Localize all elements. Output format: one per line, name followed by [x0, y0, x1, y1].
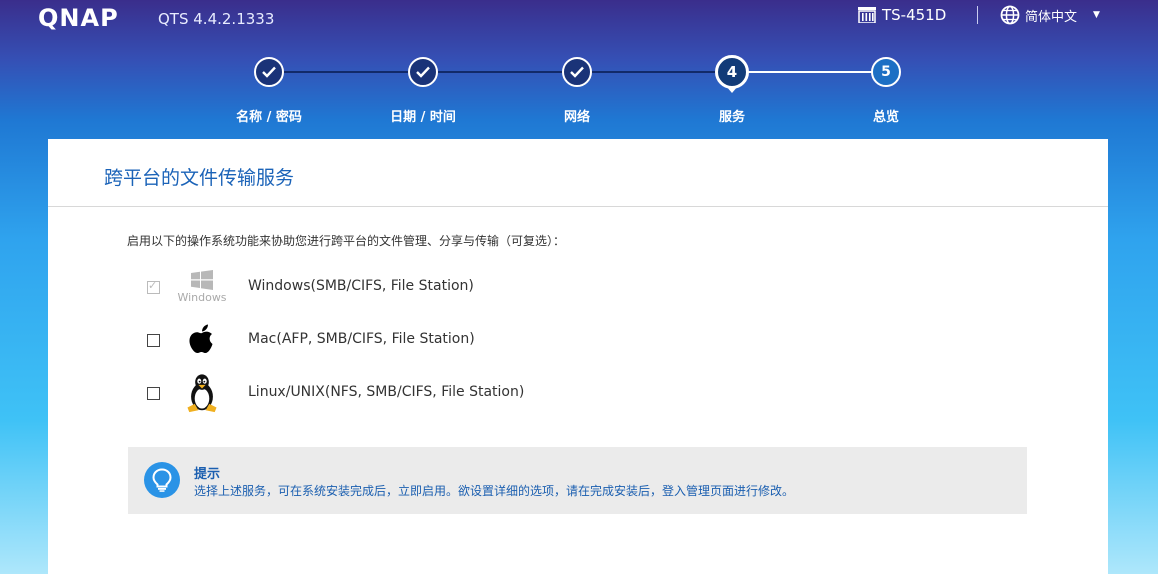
mac-checkbox[interactable] — [147, 333, 160, 347]
page-title: 跨平台的文件传输服务 — [104, 167, 295, 189]
lightbulb-graphic — [152, 468, 172, 492]
model-name: TS-451D — [882, 6, 947, 24]
step-2 — [406, 55, 440, 89]
checkmark-icon — [416, 66, 430, 78]
language-label: 简体中文 — [1025, 9, 1078, 25]
windows-caption: Windows — [177, 291, 227, 304]
windows-icon: Windows — [177, 267, 227, 307]
intro-text: 启用以下的操作系统功能来协助您进行跨平台的文件管理、分享与传输（可复选）： — [127, 234, 566, 248]
mac-label: Mac(AFP, SMB/CIFS, File Station) — [248, 331, 475, 347]
setup-stepper: 名称 / 密码 日期 / 时间 网络 4 服务 5 总览 — [0, 50, 1158, 130]
step-4-label: 服务 — [718, 110, 745, 125]
active-step-pointer — [726, 86, 738, 93]
step-5: 5 — [869, 55, 903, 89]
tip-box: 提示 选择上述服务，可在系统安装完成后，立即启用。欲设置详细的选项，请在完成安装… — [128, 447, 1027, 514]
step-5-circle: 5 — [871, 57, 901, 87]
checkmark-icon — [262, 66, 276, 78]
step-3-label: 网络 — [563, 110, 590, 125]
tip-text: 选择上述服务，可在系统安装完成后，立即启用。欲设置详细的选项，请在完成安装后，登… — [194, 484, 795, 498]
tip-title: 提示 — [194, 467, 221, 482]
globe-icon — [1000, 5, 1020, 25]
step-3 — [560, 55, 594, 89]
checkmark-icon — [570, 66, 584, 78]
header-divider — [977, 6, 978, 24]
step-1-label: 名称 / 密码 — [236, 110, 302, 125]
step-5-label: 总览 — [872, 110, 899, 125]
linux-checkbox[interactable] — [147, 386, 160, 400]
step-1-circle — [254, 57, 284, 87]
qnap-logo: QNAP — [38, 4, 119, 32]
apple-icon — [177, 320, 227, 360]
option-windows: Windows Windows(SMB/CIFS, File Station) — [147, 267, 474, 307]
windows-logo-graphic — [191, 270, 213, 290]
linux-penguin-icon — [177, 373, 227, 413]
windows-checkbox[interactable] — [147, 279, 160, 294]
step-2-label: 日期 / 时间 — [390, 110, 456, 125]
apple-logo-graphic — [189, 324, 213, 353]
device-model: TS-451D — [858, 6, 946, 24]
chevron-down-icon: ▼ — [1093, 10, 1100, 20]
step-2-circle — [408, 57, 438, 87]
step-3-circle — [562, 57, 592, 87]
stepper-line-completed — [269, 71, 732, 73]
option-mac: Mac(AFP, SMB/CIFS, File Station) — [147, 320, 475, 360]
windows-label: Windows(SMB/CIFS, File Station) — [248, 278, 474, 294]
stepper-line-pending — [732, 71, 886, 73]
services-panel: 跨平台的文件传输服务 启用以下的操作系统功能来协助您进行跨平台的文件管理、分享与… — [48, 139, 1108, 574]
title-divider — [48, 206, 1108, 207]
firmware-version: QTS 4.4.2.1333 — [158, 10, 275, 28]
step-4-circle: 4 — [715, 55, 749, 89]
step-4: 4 — [715, 55, 749, 93]
tux-graphic — [187, 374, 217, 413]
step-1 — [252, 55, 286, 89]
linux-label: Linux/UNIX(NFS, SMB/CIFS, File Station) — [248, 384, 525, 400]
top-bar: QNAP QTS 4.4.2.1333 TS-451D 简体中文 ▼ — [0, 0, 1158, 40]
lightbulb-icon — [144, 462, 180, 498]
option-linux: Linux/UNIX(NFS, SMB/CIFS, File Station) — [147, 373, 524, 413]
nas-device-icon — [858, 7, 876, 23]
language-selector[interactable]: 简体中文 ▼ — [1000, 5, 1100, 25]
